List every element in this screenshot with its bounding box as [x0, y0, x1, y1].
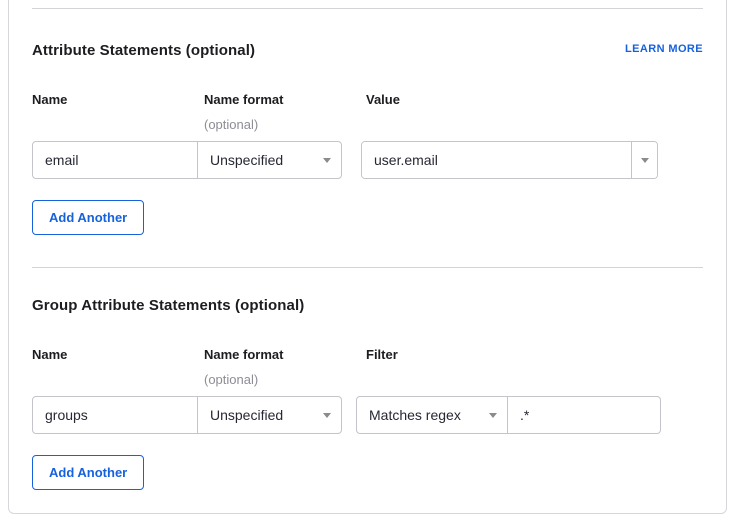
- chevron-down-icon: [641, 158, 649, 163]
- attribute-name-format-select[interactable]: Unspecified: [197, 141, 342, 179]
- chevron-down-icon: [489, 413, 497, 418]
- name-column-label: Name: [32, 347, 67, 362]
- add-another-group-attribute-button[interactable]: Add Another: [32, 455, 144, 490]
- group-attribute-statements-header: Group Attribute Statements (optional): [32, 297, 703, 314]
- attribute-name-format-value: Unspecified: [210, 152, 283, 168]
- attribute-value-combo: [361, 141, 658, 179]
- section-divider: [32, 267, 703, 268]
- attribute-statements-header: Attribute Statements (optional) LEARN MO…: [32, 42, 703, 59]
- attribute-value-dropdown-button[interactable]: [631, 142, 657, 178]
- group-attribute-statements-title: Group Attribute Statements (optional): [32, 297, 304, 314]
- name-format-optional-note: (optional): [204, 117, 258, 132]
- saml-settings-card: Attribute Statements (optional) LEARN MO…: [8, 0, 727, 514]
- attribute-value-input[interactable]: [362, 142, 631, 178]
- filter-column-label: Filter: [366, 347, 398, 362]
- section-divider: [32, 8, 703, 9]
- attribute-name-input[interactable]: [32, 141, 198, 179]
- chevron-down-icon: [323, 413, 331, 418]
- attribute-statements-title: Attribute Statements (optional): [32, 42, 255, 59]
- value-column-label: Value: [366, 92, 400, 107]
- learn-more-link[interactable]: LEARN MORE: [625, 43, 703, 55]
- group-filter-type-select[interactable]: Matches regex: [356, 396, 508, 434]
- group-attribute-name-format-select[interactable]: Unspecified: [197, 396, 342, 434]
- chevron-down-icon: [323, 158, 331, 163]
- add-another-attribute-button[interactable]: Add Another: [32, 200, 144, 235]
- name-format-column-label: Name format: [204, 92, 283, 107]
- group-filter-value-input[interactable]: [507, 396, 661, 434]
- group-attribute-name-format-value: Unspecified: [210, 407, 283, 423]
- group-filter-type-value: Matches regex: [369, 407, 461, 423]
- name-format-optional-note: (optional): [204, 372, 258, 387]
- name-format-column-label: Name format: [204, 347, 283, 362]
- group-attribute-name-input[interactable]: [32, 396, 198, 434]
- name-column-label: Name: [32, 92, 67, 107]
